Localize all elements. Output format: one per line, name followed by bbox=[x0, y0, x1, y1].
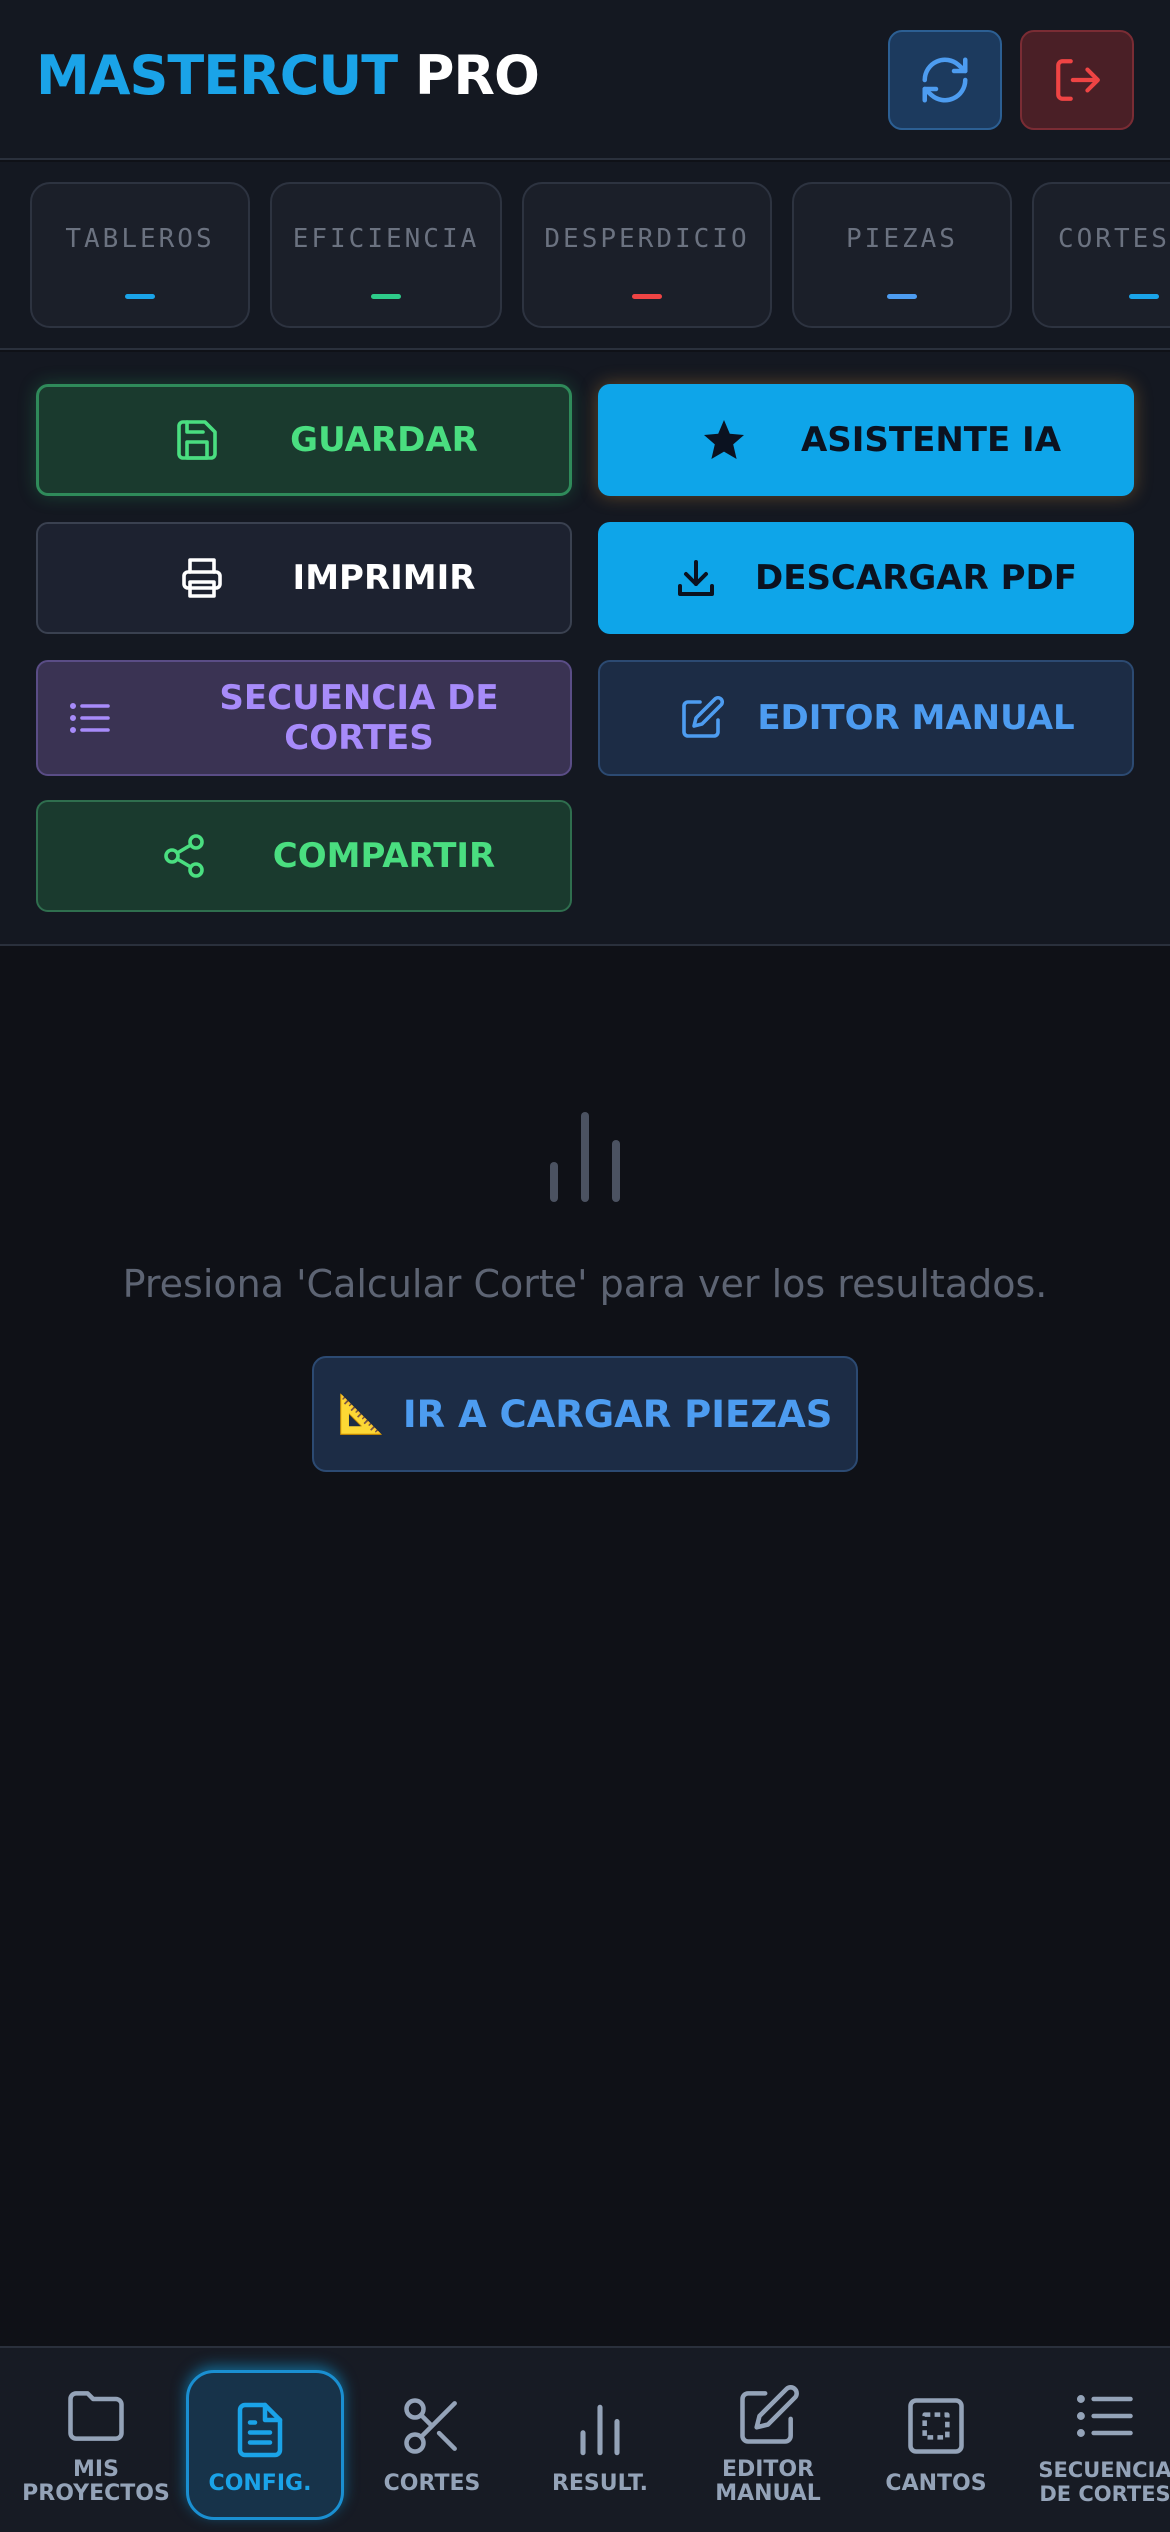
nav-item-editor-manual[interactable]: EDITOR MANUAL bbox=[684, 2348, 852, 2532]
app-title: MASTERCUT PRO bbox=[36, 44, 540, 107]
manual-editor-button[interactable]: EDITOR MANUAL bbox=[598, 660, 1134, 776]
stat-card-tableros: TABLEROS bbox=[30, 182, 250, 328]
download-pdf-button[interactable]: DESCARGAR PDF bbox=[598, 522, 1134, 634]
document-icon bbox=[237, 2402, 283, 2458]
list-icon bbox=[70, 703, 110, 733]
save-button[interactable]: GUARDAR bbox=[36, 384, 572, 496]
stat-value-piezas bbox=[887, 294, 917, 299]
folder-icon bbox=[68, 2391, 124, 2441]
share-icon bbox=[164, 834, 204, 878]
stat-value-eficiencia bbox=[371, 294, 401, 299]
cut-sequence-button[interactable]: SECUENCIA DE CORTES bbox=[36, 660, 572, 776]
scissors-icon bbox=[404, 2398, 457, 2454]
stat-card-piezas: PIEZAS bbox=[792, 182, 1012, 328]
logout-icon bbox=[1056, 59, 1100, 101]
bar-chart-icon bbox=[550, 1112, 620, 1202]
logout-button[interactable] bbox=[1020, 30, 1134, 130]
stat-card-cortes: CORTES bbox=[1032, 182, 1170, 328]
star-icon bbox=[704, 420, 744, 459]
stat-card-eficiencia: EFICIENCIA bbox=[270, 182, 502, 328]
ai-assistant-button[interactable]: ASISTENTE IA bbox=[598, 384, 1134, 496]
bottom-navigation: MIS PROYECTOS CONFIG. CORTES RESULT. EDIT… bbox=[0, 2346, 1170, 2532]
nav-item-cantos[interactable]: CANTOS bbox=[852, 2348, 1020, 2532]
refresh-button[interactable] bbox=[888, 30, 1002, 130]
app-header: MASTERCUT PRO bbox=[0, 0, 1170, 160]
go-to-load-pieces-button[interactable]: 📐 IR A CARGAR PIEZAS bbox=[312, 1356, 858, 1472]
list-icon bbox=[1076, 2395, 1133, 2437]
stat-value-desperdicio bbox=[632, 294, 662, 299]
nav-item-mis-proyectos[interactable]: MIS PROYECTOS bbox=[12, 2348, 180, 2532]
share-button[interactable]: COMPARTIR bbox=[36, 800, 572, 912]
download-icon bbox=[678, 560, 714, 596]
stat-value-cortes bbox=[1129, 294, 1159, 299]
bar-chart-icon bbox=[580, 2404, 620, 2456]
square-dashed-icon bbox=[908, 2398, 964, 2454]
empty-state-message: Presiona 'Calcular Corte' para ver los r… bbox=[122, 1262, 1048, 1306]
print-button[interactable]: IMPRIMIR bbox=[36, 522, 572, 634]
edit-icon bbox=[682, 695, 725, 738]
refresh-icon bbox=[922, 57, 968, 103]
stat-card-desperdicio: DESPERDICIO bbox=[522, 182, 772, 328]
edit-icon bbox=[740, 2385, 799, 2444]
printer-icon bbox=[182, 558, 222, 598]
stat-value-tableros bbox=[125, 294, 155, 299]
nav-item-secuencia-de-cortes[interactable]: SECUENCIA DE CORTES bbox=[1020, 2348, 1170, 2532]
triangle-ruler-icon: 📐 bbox=[337, 1391, 385, 1436]
save-icon bbox=[177, 420, 217, 460]
actions-panel: GUARDAR ASISTENTE IA IMPRIMIR DESCARGAR … bbox=[0, 352, 1170, 946]
nav-item-result[interactable]: RESULT. bbox=[516, 2348, 684, 2532]
stats-strip[interactable]: TABLEROS EFICIENCIA DESPERDICIO PIEZAS C… bbox=[0, 162, 1170, 350]
nav-item-cortes[interactable]: CORTES bbox=[348, 2348, 516, 2532]
nav-item-config[interactable]: CONFIG. bbox=[176, 2348, 344, 2532]
